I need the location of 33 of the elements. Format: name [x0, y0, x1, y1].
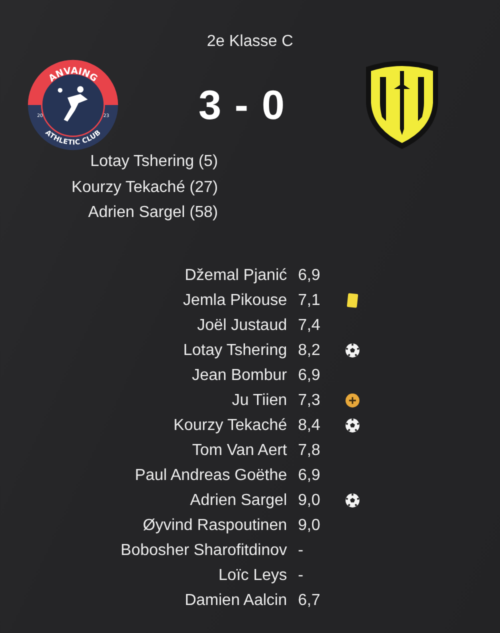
- player-name: Adrien Sargel: [189, 490, 287, 510]
- player-rating: 9,0: [297, 516, 322, 536]
- player-name: Øyvind Raspoutinen: [142, 516, 287, 536]
- player-name: Tom Van Aert: [191, 440, 287, 460]
- player-name: Lotay Tshering: [182, 340, 287, 360]
- player-rating: 6,7: [297, 590, 322, 610]
- goal-scorer: Adrien Sargel (58): [88, 203, 218, 223]
- goal-scorer: Kourzy Tekaché (27): [72, 178, 218, 198]
- player-name: Paul Andreas Goëthe: [134, 466, 287, 486]
- player-rating: 8,2: [297, 340, 322, 360]
- goal-scorer: Lotay Tshering (5): [90, 152, 218, 172]
- player-name: Damien Aalcin: [184, 590, 287, 610]
- player-rating: 9,0: [297, 490, 322, 510]
- player-rating: 7,8: [297, 440, 322, 460]
- player-rating: 7,4: [297, 316, 322, 336]
- player-rating: 7,1: [297, 290, 322, 310]
- player-name: Jean Bombur: [190, 366, 287, 386]
- player-name: Kourzy Tekaché: [172, 416, 287, 436]
- player-rating: 6,9: [297, 366, 322, 386]
- player-rating: 6,9: [297, 266, 322, 286]
- player-name: Bobosher Sharofitdinov: [120, 540, 287, 560]
- player-rating: -: [297, 540, 304, 560]
- player-rating: -: [297, 566, 304, 586]
- match-score: 3 - 0: [197, 82, 287, 128]
- player-name: Loïc Leys: [218, 566, 287, 586]
- player-rating: 6,9: [297, 466, 322, 486]
- competition-title: 2e Klasse C: [206, 33, 294, 52]
- player-name: Ju Tiien: [230, 390, 287, 410]
- player-rating: 8,4: [297, 416, 322, 436]
- player-name: Jemla Pikouse: [182, 290, 287, 310]
- player-rating: 7,3: [297, 390, 322, 410]
- player-name: Džemal Pjanić: [184, 266, 287, 286]
- player-name: Joël Justaud: [196, 316, 287, 336]
